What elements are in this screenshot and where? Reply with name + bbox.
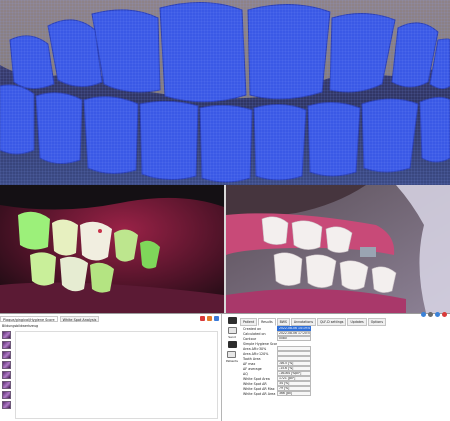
tab-bws[interactable]: BWS (276, 318, 290, 326)
result-value[interactable] (277, 356, 311, 361)
thumbnail-strip: Bildungsbildwerkzeug (0, 324, 39, 421)
image-thumbnail[interactable] (2, 341, 11, 349)
results-table: Created on 2022-08-06 14:19:46 Calculate… (243, 326, 443, 396)
result-value[interactable]: 1721 [px²] (277, 376, 311, 381)
result-label: Tooth Area (243, 356, 261, 361)
result-value[interactable]: 2022-08-06 17:20:55 (277, 331, 311, 336)
results-pane: Patient Results BWS Annotations QLF-D se… (240, 312, 450, 421)
pin-icon[interactable] (214, 316, 219, 321)
image-tool-button[interactable] (227, 317, 237, 325)
image-thumbnail[interactable] (2, 361, 11, 369)
result-label: ΔQ (243, 371, 248, 376)
tab-patient[interactable]: Patient (240, 318, 258, 326)
result-label: ΔF max (243, 361, 256, 366)
settings-icon[interactable] (428, 312, 433, 317)
send-button[interactable]: Send (227, 327, 237, 339)
tab-updates[interactable]: Updates (347, 318, 367, 326)
result-label: White Spot Area (243, 376, 270, 381)
result-label: White Spot ΔR Area (243, 391, 276, 396)
tab-white-spot-analysis[interactable]: White Spot Analysis (59, 316, 100, 322)
result-value (277, 341, 311, 345)
image-thumbnail[interactable] (2, 331, 11, 339)
expand-icon[interactable] (435, 312, 440, 317)
image-thumbnail[interactable] (2, 381, 11, 389)
result-value[interactable]: -16164 [%px²] (277, 371, 311, 376)
result-value[interactable]: 34 [%] (277, 381, 311, 386)
result-label: White Spot ΔR Max (243, 386, 275, 391)
result-label: Simple Hygiene Score (243, 341, 277, 346)
result-label: Created on (243, 326, 262, 331)
navigate-icon[interactable] (421, 312, 426, 317)
software-panel: Plaque/gingival/Hygiene Score White Spot… (0, 312, 450, 421)
pane-controls (200, 316, 219, 321)
result-label: Calculated on (243, 331, 266, 336)
result-value[interactable]: 79 [%] (277, 386, 311, 391)
image-thumbnail[interactable] (2, 351, 11, 359)
analysis-tabs: Plaque/gingival/Hygiene Score White Spot… (0, 316, 100, 322)
patients-icon (227, 351, 237, 358)
tab-qlf-settings[interactable]: QLF-D settings (317, 318, 347, 326)
image-thumbnail[interactable] (2, 371, 11, 379)
tab-results[interactable]: Results (258, 318, 276, 326)
pane-subtitle: Bildungsbildwerkzeug (2, 324, 39, 328)
white-light-photo (226, 185, 450, 313)
results-tabs: Patient Results BWS Annotations QLF-D se… (240, 318, 386, 326)
image-icon (227, 317, 237, 324)
tool-column: Send Patients (224, 314, 240, 421)
result-value[interactable]: 2022-08-06 14:19:46 (277, 326, 311, 331)
tab-options[interactable]: Options (367, 318, 386, 326)
patients-button[interactable]: Patients (226, 351, 238, 363)
result-value[interactable] (277, 346, 311, 351)
intraoral-3d-scan (0, 0, 450, 185)
result-value[interactable]: 0080 (277, 336, 311, 341)
print-button[interactable] (227, 341, 237, 349)
tab-plaque-score[interactable]: Plaque/gingival/Hygiene Score (0, 316, 58, 322)
send-icon (227, 327, 237, 334)
window-controls (421, 312, 447, 317)
result-row: White Spot ΔR Area 366 [px] (243, 391, 443, 396)
result-value[interactable]: -15.6 [%] (277, 366, 311, 371)
result-value[interactable]: -46.5 [%] (277, 361, 311, 366)
result-label: Contour (243, 336, 257, 341)
image-thumbnail[interactable] (2, 401, 11, 409)
result-label: White Spot ΔR (243, 381, 267, 386)
close-icon[interactable] (442, 312, 447, 317)
result-label: Area ΔR>30% (243, 346, 267, 351)
image-thumbnail[interactable] (2, 391, 11, 399)
printer-icon (227, 341, 237, 348)
tab-annotations[interactable]: Annotations (290, 318, 317, 326)
image-list-pane: Plaque/gingival/Hygiene Score White Spot… (0, 314, 222, 421)
flag-icon[interactable] (207, 316, 212, 321)
close-icon[interactable] (200, 316, 205, 321)
image-list-area[interactable] (15, 331, 218, 419)
result-value[interactable]: 366 [px] (277, 391, 311, 396)
result-label: ΔF average (243, 366, 262, 371)
result-value[interactable] (277, 351, 311, 356)
result-label: Area ΔR>120% (243, 351, 269, 356)
fluorescence-photo (0, 185, 224, 313)
